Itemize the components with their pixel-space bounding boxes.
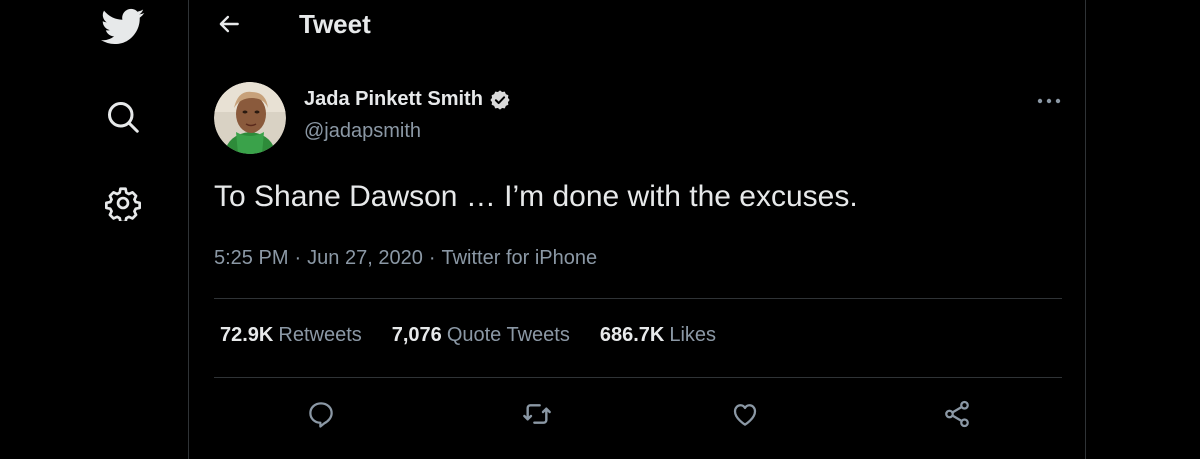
more-dots-icon bbox=[1037, 98, 1061, 104]
more-options-button[interactable] bbox=[1029, 86, 1069, 116]
reply-icon bbox=[309, 402, 333, 428]
twitter-bird-icon bbox=[101, 8, 145, 45]
author-display-name: Jada Pinkett Smith bbox=[304, 88, 483, 110]
meta-separator: · bbox=[294, 247, 302, 269]
divider bbox=[214, 377, 1062, 378]
twitter-logo-button[interactable] bbox=[97, 0, 149, 52]
divider bbox=[214, 298, 1062, 299]
app-root: Tweet Jada Pinkett Smith @jadapsmith To … bbox=[0, 0, 1200, 459]
tweet-date[interactable]: Jun 27, 2020 bbox=[307, 247, 423, 269]
author-handle[interactable]: @jadapsmith bbox=[304, 120, 421, 143]
likes-label: Likes bbox=[669, 324, 717, 346]
like-icon bbox=[733, 404, 757, 426]
tweet-time[interactable]: 5:25 PM bbox=[214, 247, 288, 269]
tweet-stats: 72.9K Retweets 7,076 Quote Tweets 686.7K Li… bbox=[220, 324, 746, 347]
back-button[interactable] bbox=[209, 4, 249, 44]
avatar[interactable] bbox=[214, 82, 286, 154]
quote-tweets-count: 7,076 bbox=[391, 324, 442, 346]
author-name-row[interactable]: Jada Pinkett Smith bbox=[304, 88, 511, 111]
nav-search-button[interactable] bbox=[97, 91, 149, 143]
retweets-label: Retweets bbox=[278, 324, 362, 346]
share-icon bbox=[945, 400, 969, 428]
avatar-image bbox=[214, 82, 286, 154]
retweet-icon bbox=[523, 404, 551, 424]
tweet-actions bbox=[189, 392, 1085, 436]
like-button[interactable] bbox=[723, 392, 767, 436]
meta-separator: · bbox=[428, 247, 436, 269]
quote-tweets-label: Quote Tweets bbox=[446, 324, 570, 346]
nav-settings-button[interactable] bbox=[97, 177, 149, 229]
tweet-meta: 5:25 PM · Jun 27, 2020 · Twitter for iPhone bbox=[214, 247, 597, 270]
search-icon bbox=[108, 102, 139, 133]
left-nav bbox=[0, 0, 189, 459]
arrow-left-icon bbox=[219, 15, 239, 33]
likes-stat[interactable]: 686.7K Likes bbox=[600, 324, 716, 347]
likes-count: 686.7K bbox=[599, 324, 665, 346]
tweet-text: To Shane Dawson … I’m done with the excu… bbox=[214, 180, 858, 213]
verified-badge-icon bbox=[489, 89, 511, 111]
retweets-count: 72.9K bbox=[220, 324, 274, 346]
tweet-source[interactable]: Twitter for iPhone bbox=[441, 247, 597, 269]
share-button[interactable] bbox=[935, 392, 979, 436]
retweet-button[interactable] bbox=[515, 392, 559, 436]
tweet-detail-column: Tweet Jada Pinkett Smith @jadapsmith To … bbox=[188, 0, 1086, 459]
gear-icon bbox=[105, 187, 141, 221]
page-title: Tweet bbox=[299, 9, 371, 39]
page-header: Tweet bbox=[189, 0, 1085, 50]
quote-tweets-stat[interactable]: 7,076 Quote Tweets bbox=[392, 324, 570, 347]
retweets-stat[interactable]: 72.9K Retweets bbox=[220, 324, 362, 347]
reply-button[interactable] bbox=[299, 392, 343, 436]
